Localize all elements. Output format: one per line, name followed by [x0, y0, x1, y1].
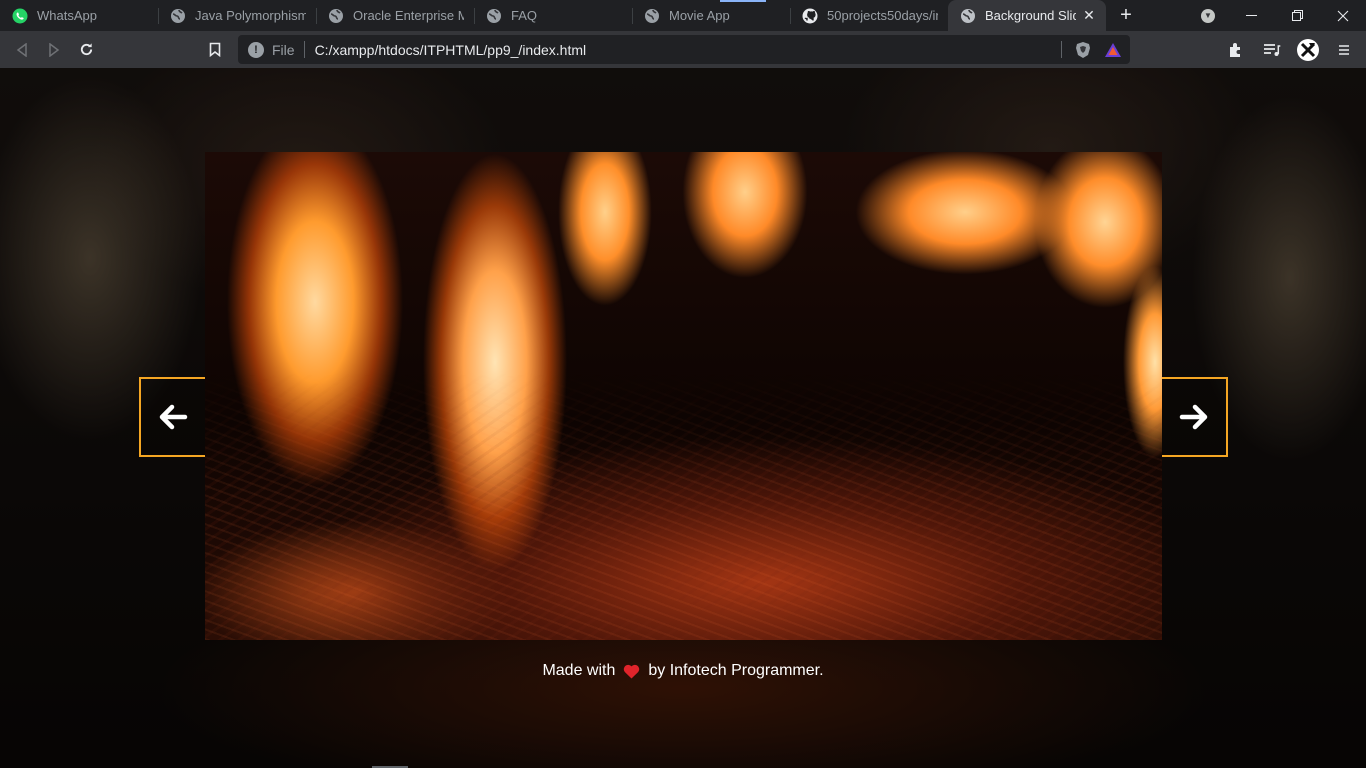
close-window-button[interactable]: [1320, 0, 1366, 31]
profile-avatar-button[interactable]: [1292, 34, 1324, 66]
whatsapp-icon: [12, 8, 28, 24]
chevron-down-icon: ▼: [1201, 8, 1215, 23]
tab-oracle-enterprise[interactable]: Oracle Enterprise Man: [316, 0, 474, 31]
reload-button[interactable]: [70, 34, 102, 66]
new-tab-button[interactable]: +: [1106, 0, 1146, 31]
slide-image: [205, 152, 1162, 640]
media-controls-button[interactable]: [1256, 34, 1288, 66]
globe-icon: [960, 8, 976, 24]
tab-title: FAQ: [511, 8, 538, 23]
url-text[interactable]: C:/xampp/htdocs/ITPHTML/pp9_/index.html: [315, 42, 587, 58]
restore-button[interactable]: [1274, 0, 1320, 31]
tab-title: WhatsApp: [37, 8, 97, 23]
back-arrow-icon: [16, 42, 27, 57]
bookmark-icon: [209, 42, 221, 57]
extensions-button[interactable]: [1220, 34, 1252, 66]
page-background: Made with by Infotech Programmer.: [0, 68, 1366, 768]
tab-movie-app[interactable]: Movie App: [632, 0, 790, 31]
globe-icon: [328, 8, 344, 24]
credit-text-before: Made with: [542, 662, 616, 679]
avatar: [1297, 38, 1319, 61]
forward-button[interactable]: [38, 34, 70, 66]
previous-slide-button[interactable]: [139, 377, 205, 457]
browser-toolbar: ! File C:/xampp/htdocs/ITPHTML/pp9_/inde…: [0, 31, 1366, 68]
hamburger-menu-icon: [1339, 44, 1349, 55]
tab-title: Movie App: [669, 8, 730, 23]
tab-title: Oracle Enterprise Man: [353, 8, 464, 23]
globe-icon: [170, 8, 186, 24]
browser-menu-button[interactable]: [1328, 34, 1360, 66]
next-slide-button[interactable]: [1162, 377, 1228, 457]
address-bar[interactable]: ! File C:/xampp/htdocs/ITPHTML/pp9_/inde…: [238, 35, 1130, 64]
minimize-button[interactable]: [1228, 0, 1274, 31]
tab-title: 50projects50days/inde: [827, 8, 938, 23]
arrow-right-icon: [1179, 404, 1208, 430]
tab-faq[interactable]: FAQ: [474, 0, 632, 31]
arrow-left-icon: [159, 404, 188, 430]
scheme-label: File: [272, 41, 295, 58]
tab-strip: WhatsApp Java Polymorphism Oracle Enterp…: [0, 0, 1366, 31]
reload-icon: [80, 43, 92, 56]
tab-search-button[interactable]: ▼: [1188, 0, 1228, 31]
tab-title: Background Slider: [985, 8, 1076, 23]
heart-icon: [623, 664, 640, 679]
footer-credit: Made with by Infotech Programmer.: [0, 662, 1366, 680]
tab-whatsapp[interactable]: WhatsApp: [0, 0, 158, 31]
playlist-icon: [1264, 43, 1281, 56]
back-button[interactable]: [6, 34, 38, 66]
brave-shields-icon[interactable]: [1074, 41, 1092, 59]
credit-text-after: by Infotech Programmer.: [648, 662, 824, 679]
github-icon: [802, 8, 818, 24]
tab-java-polymorphism[interactable]: Java Polymorphism: [158, 0, 316, 31]
puzzle-icon: [1230, 42, 1240, 57]
tab-title: Java Polymorphism: [195, 8, 306, 23]
forward-arrow-icon: [49, 42, 60, 57]
brave-rewards-icon[interactable]: [1104, 41, 1122, 59]
bookmark-button[interactable]: [199, 34, 231, 66]
globe-icon: [486, 8, 502, 24]
tab-50projects[interactable]: 50projects50days/inde: [790, 0, 948, 31]
close-tab-icon[interactable]: ✕: [1082, 7, 1096, 24]
tab-background-slider[interactable]: Background Slider ✕: [948, 0, 1106, 31]
info-icon[interactable]: !: [248, 41, 264, 58]
globe-icon: [644, 8, 660, 24]
